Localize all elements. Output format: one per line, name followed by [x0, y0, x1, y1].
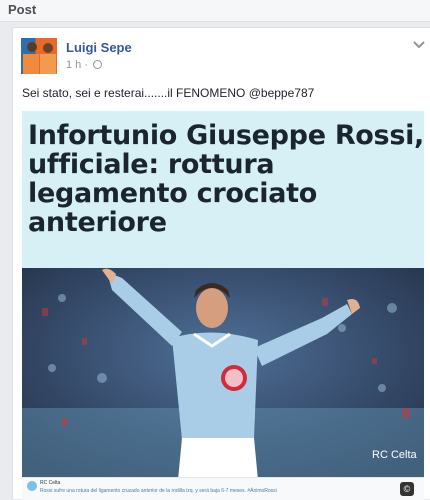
- tweet-avatar: [27, 481, 37, 491]
- post-image[interactable]: Infortunio Giuseppe Rossi, ufficiale: ro…: [22, 111, 424, 500]
- post-meta: 1 h ·: [66, 59, 103, 71]
- post-time[interactable]: 1 h ·: [66, 59, 88, 71]
- tweet-text: Rossi sufre una rotura del ligamento cru…: [40, 488, 277, 494]
- image-watermark: RC Celta: [372, 449, 418, 461]
- tweet-strip: RC Celta Rossi sufre una rotura del liga…: [22, 477, 424, 500]
- author-name[interactable]: Luigi Sepe: [66, 40, 132, 55]
- post-text: Sei stato, sei e resterai.......il FENOM…: [22, 86, 315, 100]
- globe-icon: [93, 60, 103, 69]
- instagram-icon: ©: [400, 482, 414, 496]
- image-headline: Infortunio Giuseppe Rossi, ufficiale: ro…: [28, 120, 424, 238]
- tweet-author: RC Celta: [40, 480, 61, 486]
- chevron-down-icon[interactable]: [412, 40, 426, 50]
- avatar[interactable]: [21, 38, 57, 74]
- player-photo: RC Celta: [22, 268, 424, 480]
- section-title: Post: [8, 2, 37, 17]
- post-card: Luigi Sepe 1 h · Sei stato, sei e rester…: [12, 27, 430, 500]
- section-header: Post: [0, 0, 430, 22]
